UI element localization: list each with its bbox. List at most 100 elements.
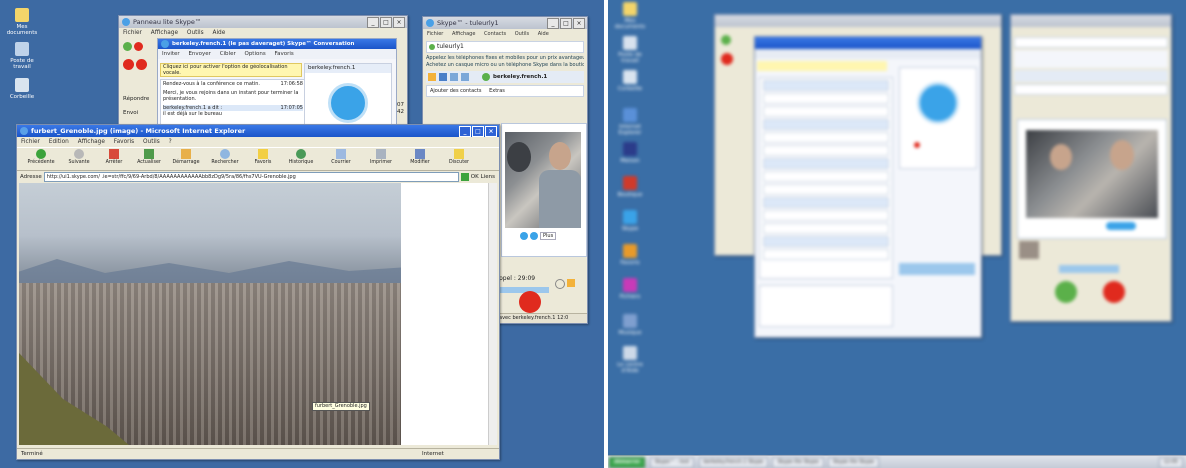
promo-link[interactable]: Appelez les téléphones fixes et mobiles … xyxy=(426,55,584,62)
active-call-tab[interactable]: berkeley.french.1 xyxy=(493,74,547,80)
desktop-icon-ie[interactable]: Internet Explorer xyxy=(610,108,650,136)
menu-favorites[interactable]: Favoris xyxy=(114,139,134,145)
menu-view[interactable]: Affichage xyxy=(78,139,105,145)
target-button[interactable]: Cibler xyxy=(220,51,236,57)
menu-tools[interactable]: Outils xyxy=(143,139,160,145)
stop-icon[interactable] xyxy=(123,59,134,70)
minimize-button[interactable]: _ xyxy=(367,17,379,28)
links-button[interactable]: Liens xyxy=(481,174,495,180)
desktop-icon-music[interactable]: Musique xyxy=(610,314,650,336)
menu-tools[interactable]: Outils xyxy=(515,31,529,37)
user-status[interactable]: tuleurly1 xyxy=(426,41,584,53)
send-button[interactable]: Envoyer xyxy=(188,51,210,57)
stop-button[interactable]: Arrêter xyxy=(97,148,131,170)
dialpad-icon[interactable] xyxy=(461,73,469,81)
video-panel: Plus xyxy=(501,123,587,257)
hangup-button[interactable] xyxy=(519,291,541,313)
favorites-button[interactable]: Favoris xyxy=(245,148,281,170)
favorites-button[interactable]: Favoris xyxy=(274,51,293,57)
side-tab-send[interactable]: Envoi xyxy=(123,106,153,120)
home-icon[interactable] xyxy=(428,73,436,81)
desktop-icon-recycle-bin[interactable]: Corbeille xyxy=(610,70,650,92)
desktop-icon-favorites[interactable]: Favoris xyxy=(610,244,650,266)
mail-button[interactable]: Courrier xyxy=(321,148,361,170)
maximize-button[interactable]: □ xyxy=(472,126,484,137)
menu-contacts[interactable]: Contacts xyxy=(484,31,506,37)
address-input[interactable]: http://ui1.skype.com/ .ie=str/ffc/9/69-A… xyxy=(43,171,459,182)
taskbar-item[interactable]: Skype™ - test xyxy=(649,457,695,468)
desktop-icon-my-documents[interactable]: Mes documents xyxy=(610,2,650,30)
status-online-icon[interactable] xyxy=(123,42,132,51)
forward-button[interactable]: Suivante xyxy=(62,148,96,170)
menu-edit[interactable]: Edition xyxy=(49,139,69,145)
refresh-button[interactable]: Actualiser xyxy=(132,148,166,170)
maximize-button[interactable]: □ xyxy=(560,18,572,29)
message-item: 17:06:58 Rendez-vous à la conférence ce m… xyxy=(163,81,303,87)
video-feed xyxy=(505,132,581,228)
background-person xyxy=(507,142,531,172)
contacts-icon[interactable] xyxy=(439,73,447,81)
menu-file[interactable]: Fichier xyxy=(427,31,443,37)
chat-titlebar[interactable]: berkeley.french.1 (le pas daveraget) Sky… xyxy=(158,39,396,49)
blurred-skype-contact-window xyxy=(1010,14,1172,322)
pause-icon[interactable] xyxy=(136,59,148,70)
invite-button[interactable]: Inviter xyxy=(162,51,180,57)
home-button[interactable]: Démarrage xyxy=(167,148,205,170)
desktop-icon-home[interactable]: Maison xyxy=(610,142,650,164)
menu-help[interactable]: ? xyxy=(169,139,172,145)
menu-file[interactable]: Fichier xyxy=(21,139,40,145)
menu-view[interactable]: Affichage xyxy=(151,30,178,36)
minimize-button[interactable]: _ xyxy=(459,126,471,137)
maximize-button[interactable]: □ xyxy=(380,17,392,28)
menu-view[interactable]: Affichage xyxy=(452,31,476,37)
notice-banner[interactable]: Cliquez ici pour activer l'option de géo… xyxy=(160,63,302,77)
desktop-icon-shop[interactable]: Boutique xyxy=(610,176,650,198)
desktop-icon-my-computer[interactable]: Poste de travail xyxy=(2,42,42,70)
ie-titlebar[interactable]: furbert_Grenoble.jpg (image) - Microsoft… xyxy=(17,125,499,137)
search-button[interactable]: Rechercher xyxy=(206,148,244,170)
settings-icon[interactable] xyxy=(555,279,565,289)
desktop-icon-recycle-bin[interactable]: Corbeille xyxy=(2,78,42,100)
desktop-icon-my-documents[interactable]: Mes documents xyxy=(2,8,42,36)
folder-icon[interactable] xyxy=(567,279,575,287)
desktop-icon-skype[interactable]: Skype xyxy=(610,210,650,232)
desktop-icon-help[interactable]: Le centre d'Aide xyxy=(610,346,650,374)
camera-icon[interactable] xyxy=(530,232,538,240)
print-button[interactable]: Imprimer xyxy=(362,148,400,170)
desktop-icon-files[interactable]: Fichiers xyxy=(610,278,650,300)
recycle-bin-icon xyxy=(623,70,637,84)
stop-icon xyxy=(109,149,119,159)
edit-button[interactable]: Modifier xyxy=(401,148,439,170)
menu-tools[interactable]: Outils xyxy=(187,30,204,36)
taskbar-item[interactable]: Skype lite Skype xyxy=(827,457,880,468)
menu-file[interactable]: Fichier xyxy=(123,30,142,36)
side-tab-reply[interactable]: Répondre xyxy=(123,92,153,106)
go-arrow-icon[interactable] xyxy=(460,172,469,181)
start-button[interactable]: démarrer xyxy=(609,457,646,468)
back-button[interactable]: Précédente xyxy=(21,148,61,170)
more-button[interactable]: Plus xyxy=(540,232,557,240)
clock[interactable]: 12:05 xyxy=(1158,457,1183,468)
minimize-button[interactable]: _ xyxy=(547,18,559,29)
history-icon[interactable] xyxy=(450,73,458,81)
skype-contact-titlebar[interactable]: Skype™ - tuleurly1 _ □ × xyxy=(423,17,587,29)
options-button[interactable]: Options xyxy=(244,51,265,57)
video-icon[interactable] xyxy=(520,232,528,240)
vertical-scrollbar[interactable] xyxy=(488,183,497,445)
desktop-icon-my-computer[interactable]: Poste de travail xyxy=(610,36,650,64)
close-button[interactable]: × xyxy=(393,17,405,28)
menu-help[interactable]: Aide xyxy=(538,31,549,37)
go-button[interactable]: OK xyxy=(471,174,479,180)
add-contacts-bar[interactable]: Ajouter des contacts Extras xyxy=(426,85,584,97)
status-busy-icon[interactable] xyxy=(134,42,144,51)
history-button[interactable]: Historique xyxy=(282,148,320,170)
discuss-button[interactable]: Discuter xyxy=(440,148,478,170)
promo-link[interactable]: Achetez un casque micro ou un téléphone … xyxy=(426,62,584,69)
menu-help[interactable]: Aide xyxy=(212,30,225,36)
taskbar-item[interactable]: Skype lite Skype xyxy=(772,457,824,468)
close-button[interactable]: × xyxy=(573,18,585,29)
skype-main-titlebar[interactable]: Panneau lite Skype™ _ □ × xyxy=(119,16,407,28)
taskbar-item[interactable]: berkeley.french.1 Skype xyxy=(698,457,769,468)
close-button[interactable]: × xyxy=(485,126,497,137)
extras-button[interactable]: Extras xyxy=(489,88,505,94)
